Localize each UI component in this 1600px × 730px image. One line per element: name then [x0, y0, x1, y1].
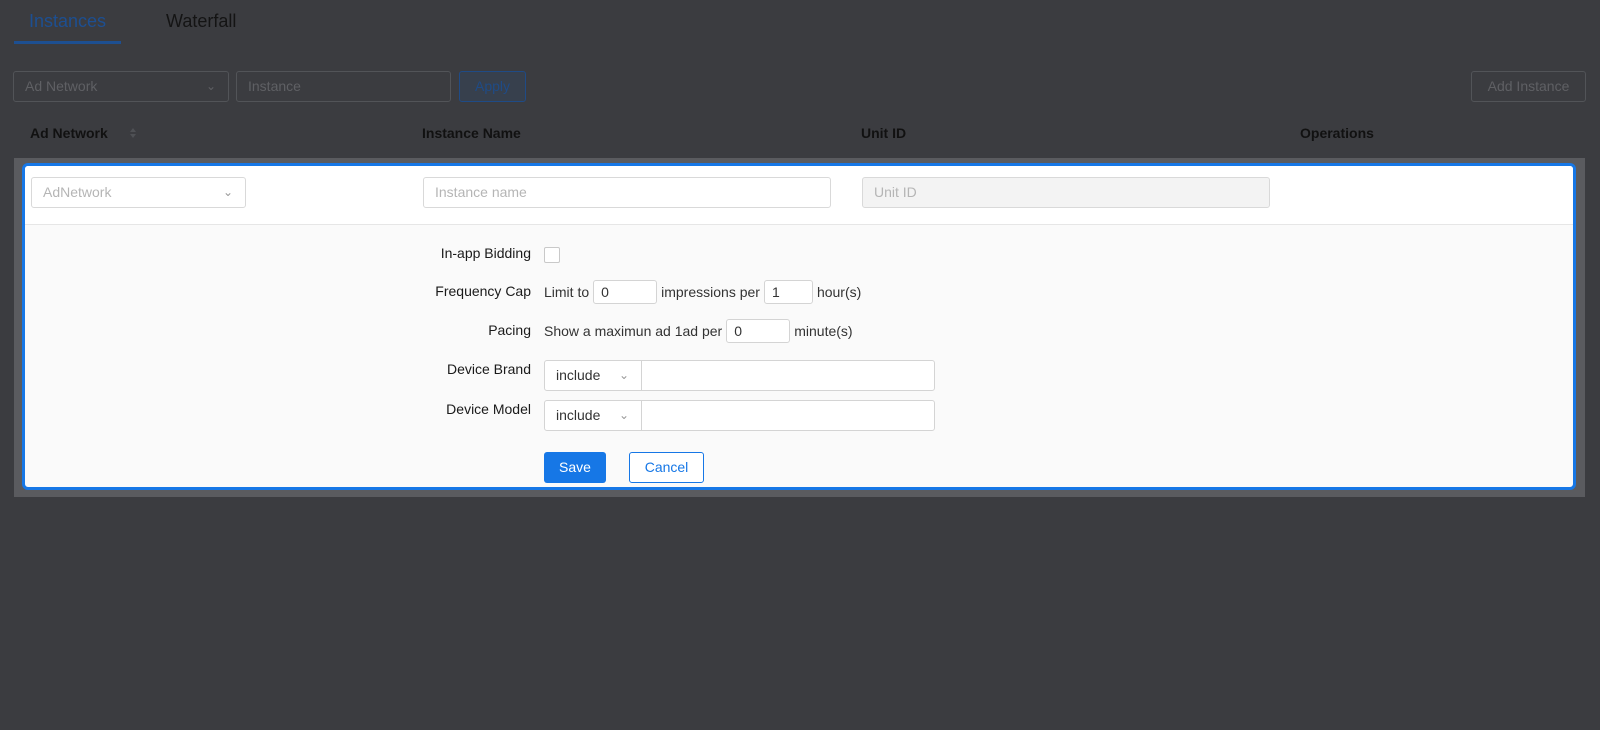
table-header: Ad Network Instance Name Unit ID Operati…	[0, 118, 1600, 148]
instance-name-placeholder: Instance name	[435, 184, 527, 200]
frequency-cap-middle: impressions per	[661, 284, 760, 300]
impressions-input[interactable]: 0	[593, 280, 658, 304]
chevron-down-icon: ⌄	[618, 368, 629, 382]
in-app-bidding-checkbox[interactable]	[544, 247, 560, 263]
pacing-prefix: Show a maximun ad 1ad per	[544, 323, 723, 339]
ad-network-filter-placeholder: Ad Network	[25, 78, 98, 94]
in-app-bidding-label: In-app Bidding	[440, 245, 531, 261]
save-button[interactable]: Save	[544, 452, 606, 483]
column-header-label: Ad Network	[30, 125, 108, 141]
device-brand-combo: include ⌄	[544, 360, 935, 391]
column-header-ad-network[interactable]: Ad Network	[30, 125, 138, 141]
ad-network-filter-select[interactable]: Ad Network ⌄	[13, 71, 229, 102]
column-header-instance-name: Instance Name	[422, 125, 521, 141]
device-brand-mode-select[interactable]: include ⌄	[545, 361, 642, 390]
frequency-cap-prefix: Limit to	[544, 284, 590, 300]
column-header-operations: Operations	[1300, 125, 1374, 141]
pacing-label: Pacing	[488, 322, 531, 338]
tab-instances[interactable]: Instances	[14, 0, 122, 44]
hours-input[interactable]: 1	[763, 280, 813, 304]
ad-network-select-placeholder: AdNetwork	[43, 184, 112, 200]
chevron-down-icon: ⌄	[222, 185, 233, 199]
apply-button[interactable]: Apply	[459, 71, 526, 102]
device-model-mode-value: include	[556, 407, 601, 423]
edit-row-main-fields: AdNetwork ⌄ Instance name Unit ID	[25, 166, 1573, 225]
unit-id-placeholder: Unit ID	[874, 184, 917, 200]
tab-waterfall[interactable]: Waterfall	[151, 0, 251, 44]
unit-id-input[interactable]: Unit ID	[862, 177, 1270, 208]
device-model-combo: include ⌄	[544, 400, 935, 431]
instance-name-input[interactable]: Instance name	[423, 177, 831, 208]
device-brand-mode-value: include	[556, 367, 601, 383]
device-model-input[interactable]	[642, 401, 934, 430]
device-model-label: Device Model	[446, 401, 531, 417]
instance-edit-form: AdNetwork ⌄ Instance name Unit ID In-app…	[22, 163, 1576, 490]
cancel-button[interactable]: Cancel	[629, 452, 704, 483]
pacing-minutes-input[interactable]: 0	[726, 319, 791, 343]
device-model-mode-select[interactable]: include ⌄	[545, 401, 642, 430]
instances-page: Instances Waterfall Ad Network ⌄ Instanc…	[0, 0, 1600, 730]
chevron-down-icon: ⌄	[618, 408, 629, 422]
frequency-cap-label: Frequency Cap	[435, 283, 531, 299]
instance-filter-placeholder: Instance	[248, 78, 301, 94]
chevron-down-icon: ⌄	[205, 79, 216, 93]
sort-icon[interactable]	[129, 128, 138, 139]
frequency-cap-suffix: hour(s)	[816, 284, 862, 300]
add-instance-button[interactable]: Add Instance	[1471, 71, 1586, 102]
instance-filter-input[interactable]: Instance	[236, 71, 451, 102]
column-header-unit-id: Unit ID	[861, 125, 907, 141]
device-brand-label: Device Brand	[446, 361, 531, 377]
pacing-suffix: minute(s)	[794, 323, 853, 339]
tab-bar: Instances Waterfall	[14, 0, 251, 44]
device-brand-input[interactable]	[642, 361, 934, 390]
ad-network-select[interactable]: AdNetwork ⌄	[31, 177, 246, 208]
